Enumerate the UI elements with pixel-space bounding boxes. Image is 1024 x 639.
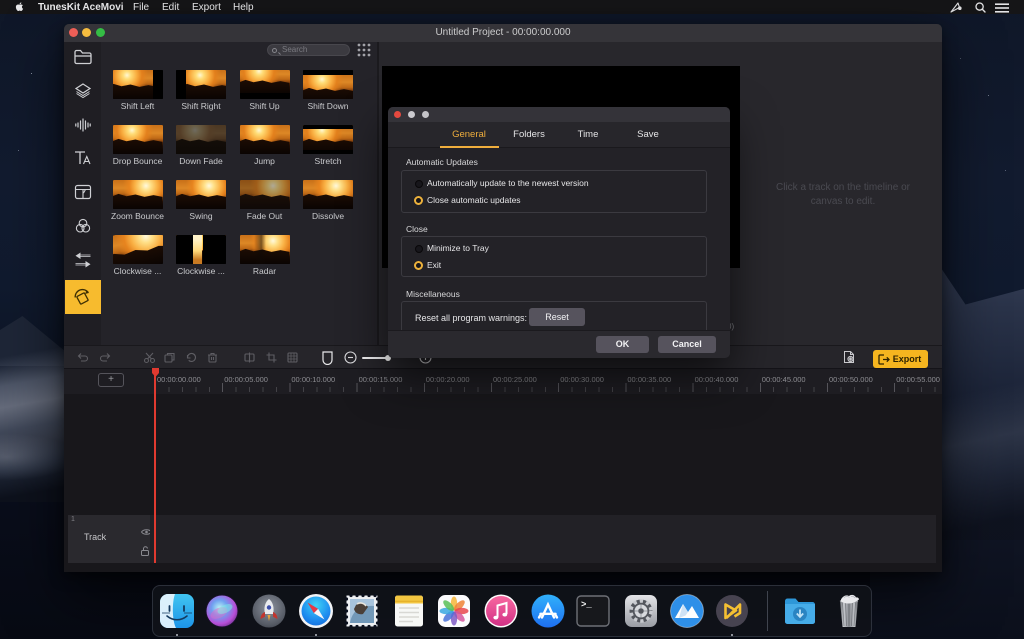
- svg-text:>_: >_: [581, 600, 592, 610]
